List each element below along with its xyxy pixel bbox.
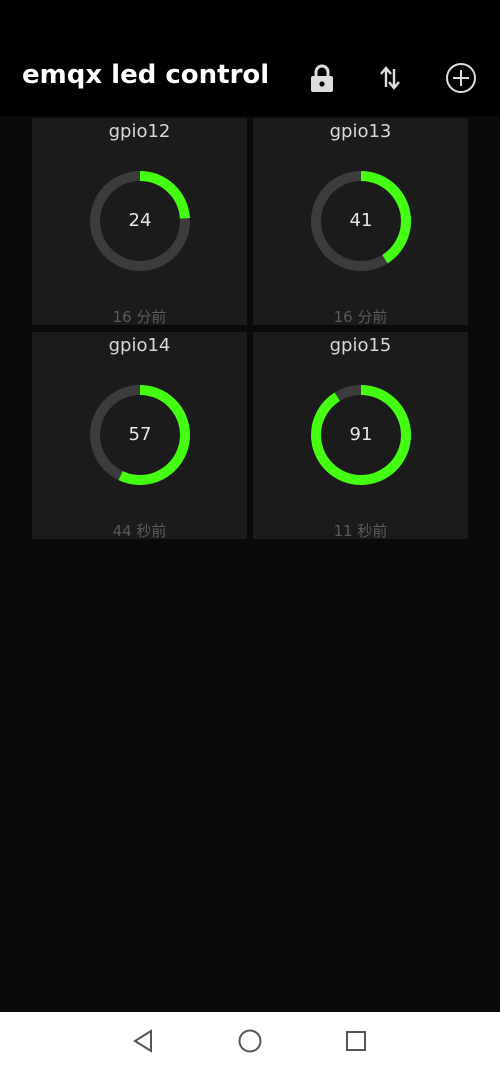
device-gauge: 41 bbox=[308, 168, 414, 274]
last-updated: 44 秒前 bbox=[112, 522, 167, 540]
gauge-value: 24 bbox=[128, 210, 152, 231]
back-button[interactable] bbox=[128, 1026, 158, 1056]
device-tile-gpio15[interactable]: gpio15 91 11 秒前 bbox=[253, 332, 468, 540]
system-nav-bar bbox=[0, 1012, 500, 1070]
back-triangle-icon bbox=[133, 1029, 152, 1053]
device-name: gpio14 bbox=[108, 335, 171, 356]
device-tile-gpio13[interactable]: gpio13 41 16 分前 bbox=[253, 118, 468, 326]
home-circle-icon bbox=[238, 1029, 262, 1053]
device-gauge: 24 bbox=[87, 168, 193, 274]
device-name: gpio13 bbox=[329, 121, 392, 142]
device-gauge: 91 bbox=[308, 382, 414, 488]
gauge-value: 57 bbox=[128, 424, 152, 445]
recents-button[interactable] bbox=[341, 1026, 371, 1056]
last-updated: 16 分前 bbox=[333, 308, 388, 326]
gauge-value: 91 bbox=[349, 424, 373, 445]
device-name: gpio15 bbox=[329, 335, 392, 356]
gauge-value: 41 bbox=[349, 210, 373, 231]
home-button[interactable] bbox=[235, 1026, 265, 1056]
device-tile-gpio14[interactable]: gpio14 57 44 秒前 bbox=[32, 332, 247, 540]
device-tile-gpio12[interactable]: gpio12 24 16 分前 bbox=[32, 118, 247, 326]
last-updated: 16 分前 bbox=[112, 308, 167, 326]
recents-square-icon bbox=[346, 1031, 366, 1051]
last-updated: 11 秒前 bbox=[333, 522, 388, 540]
device-grid: gpio12 24 16 分前 gpio13 41 16 分前 gpio14 5… bbox=[0, 0, 500, 1012]
device-name: gpio12 bbox=[108, 121, 171, 142]
device-gauge: 57 bbox=[87, 382, 193, 488]
